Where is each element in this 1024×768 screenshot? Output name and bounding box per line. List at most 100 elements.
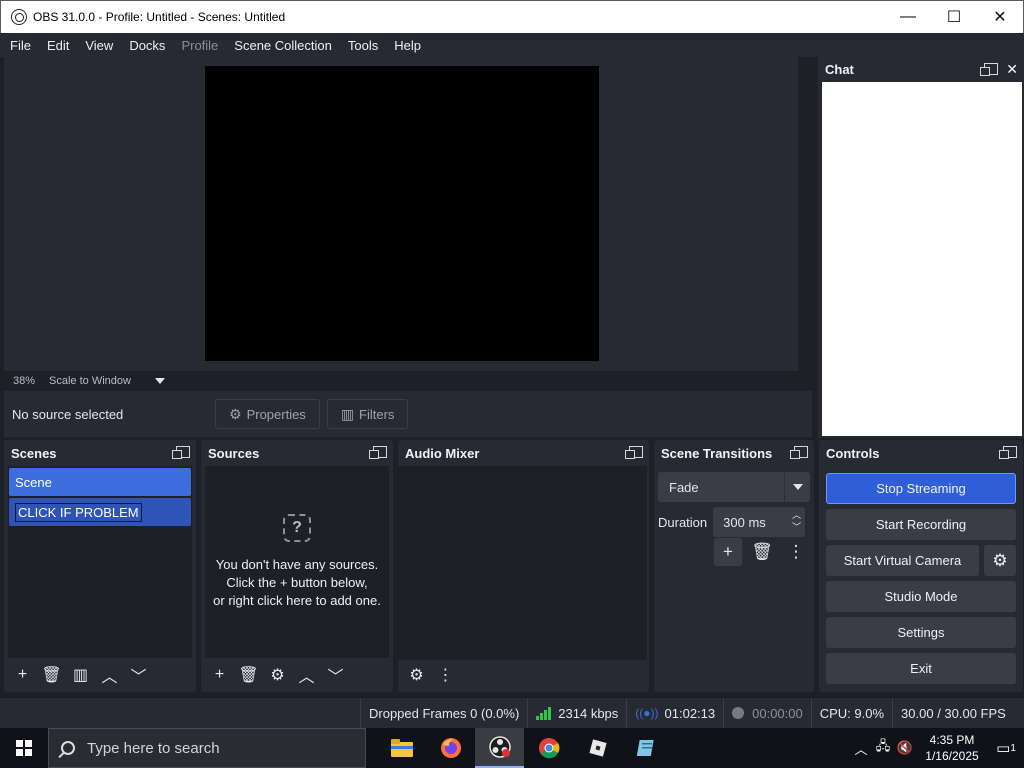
gear-icon: ⚙ [229, 405, 242, 422]
duration-spinbox[interactable]: 300 ms ︿ ﹀ [713, 507, 806, 537]
notepad-icon[interactable] [622, 728, 671, 768]
undock-icon[interactable] [980, 63, 999, 76]
minimize-button[interactable]: — [885, 1, 931, 33]
roblox-icon[interactable] [573, 728, 622, 768]
chevron-down-icon[interactable]: ﹀ [792, 521, 801, 533]
empty-sources-message: ? You don't have any sources. Click the … [205, 514, 389, 610]
menu-scene-collection[interactable]: Scene Collection [226, 38, 340, 53]
menu-file[interactable]: File [2, 38, 39, 53]
filters-button[interactable]: ▥ Filters [326, 399, 409, 429]
undock-icon[interactable] [790, 446, 808, 459]
exit-button[interactable]: Exit [826, 653, 1016, 684]
controls-dock-header: Controls [819, 440, 1023, 466]
scene-item[interactable]: Scene [9, 468, 191, 496]
chat-title: Chat [825, 62, 854, 77]
preview-scrollbar[interactable] [798, 57, 812, 371]
menu-docks[interactable]: Docks [121, 38, 173, 53]
more-options-icon[interactable]: ⋮ [431, 663, 460, 687]
close-icon[interactable]: ✕ [1006, 62, 1018, 76]
chevron-up-icon[interactable]: ︿ [792, 509, 801, 521]
properties-label: Properties [246, 406, 306, 422]
filters-label: Filters [359, 406, 395, 422]
scale-mode-select[interactable]: Scale to Window [49, 375, 131, 387]
obs-logo-icon [11, 9, 27, 25]
chat-dock: Chat ✕ [818, 57, 1024, 438]
maximize-button[interactable]: ☐ [931, 1, 977, 33]
record-dot-icon [732, 707, 745, 719]
chevron-up-icon[interactable]: ︿ [850, 739, 872, 758]
network-icon[interactable]: 🖧 [872, 737, 894, 759]
scenes-footer: + 🗑 ▥ ︿ ﹀ [8, 662, 153, 688]
sources-title: Sources [208, 445, 260, 461]
stop-streaming-button[interactable]: Stop Streaming [826, 473, 1016, 504]
scenes-list: Scene CLICK IF PROBLEM [8, 466, 192, 658]
notification-icon[interactable]: ▭ 1 [988, 739, 1024, 757]
chevron-up-icon[interactable]: ︿ [95, 663, 124, 687]
chat-panel[interactable] [822, 82, 1022, 436]
chevron-down-icon[interactable] [784, 472, 810, 502]
add-transition-button[interactable]: + [714, 538, 742, 566]
signal-bars-icon [536, 706, 552, 720]
windows-taskbar: Type here to search ︿ 🖧 🔇 4:35 PM 1/16/2… [0, 728, 1024, 768]
clock-date: 1/16/2025 [925, 749, 979, 763]
volume-muted-icon[interactable]: 🔇 [894, 740, 916, 756]
chevron-down-icon[interactable]: ﹀ [124, 663, 153, 687]
start-virtual-camera-button[interactable]: Start Virtual Camera [826, 545, 979, 576]
sources-list[interactable]: ? You don't have any sources. Click the … [205, 466, 389, 658]
cpu-status: CPU: 9.0% [810, 698, 892, 728]
scenes-dock: Scenes Scene CLICK IF PROBLEM + 🗑 ▥ ︿ ﹀ [4, 440, 196, 692]
record-time-status: 00:00:00 [723, 698, 811, 728]
firefox-icon[interactable] [426, 728, 475, 768]
chevron-down-icon[interactable] [154, 378, 165, 384]
scene-item[interactable]: CLICK IF PROBLEM [9, 498, 191, 526]
start-button[interactable] [0, 728, 48, 768]
settings-button[interactable]: Settings [826, 617, 1016, 648]
window-title: OBS 31.0.0 - Profile: Untitled - Scenes:… [33, 10, 286, 24]
audio-mixer-panel[interactable] [398, 466, 647, 660]
preview-canvas[interactable] [205, 66, 599, 361]
add-scene-button[interactable]: + [8, 663, 37, 687]
close-button[interactable]: ✕ [977, 1, 1023, 33]
taskbar-clock[interactable]: 4:35 PM 1/16/2025 [916, 732, 988, 764]
advanced-audio-gear-icon[interactable]: ⚙ [402, 663, 431, 687]
more-options-icon[interactable]: ⋮ [782, 538, 810, 566]
preview-area[interactable] [4, 57, 798, 371]
empty-line-1: You don't have any sources. [215, 557, 379, 572]
undock-icon[interactable] [999, 446, 1017, 459]
menu-help[interactable]: Help [386, 38, 429, 53]
gear-icon[interactable]: ⚙ [263, 663, 292, 687]
transition-select[interactable]: Fade [658, 472, 810, 502]
menu-tools[interactable]: Tools [340, 38, 386, 53]
obs-studio-icon[interactable] [475, 728, 524, 768]
taskbar-search[interactable]: Type here to search [48, 728, 366, 768]
menu-view[interactable]: View [77, 38, 121, 53]
trash-icon[interactable]: 🗑 [234, 663, 263, 687]
start-recording-button[interactable]: Start Recording [826, 509, 1016, 540]
duration-value: 300 ms [723, 514, 766, 530]
search-icon [61, 741, 75, 755]
sources-dock: Sources ? You don't have any sources. Cl… [201, 440, 393, 692]
menu-edit[interactable]: Edit [39, 38, 77, 53]
trash-icon[interactable]: 🗑 [748, 538, 776, 566]
chat-dock-header: Chat ✕ [818, 57, 1024, 82]
scenes-dock-header: Scenes [4, 440, 196, 466]
undock-icon[interactable] [625, 446, 643, 459]
bitrate-value: 2314 kbps [558, 705, 619, 721]
sources-footer: + 🗑 ⚙ ︿ ﹀ [205, 662, 350, 688]
trash-icon[interactable]: 🗑 [37, 663, 66, 687]
filter-icon[interactable]: ▥ [66, 663, 95, 687]
chevron-up-icon[interactable]: ︿ [292, 663, 321, 687]
dropped-frames-label: Dropped Frames 0 (0.0%) [369, 705, 520, 721]
add-source-button[interactable]: + [205, 663, 234, 687]
gear-icon[interactable]: ⚙ [984, 545, 1016, 576]
chrome-icon[interactable] [524, 728, 573, 768]
undock-icon[interactable] [369, 446, 387, 459]
undock-icon[interactable] [172, 446, 190, 459]
studio-mode-button[interactable]: Studio Mode [826, 581, 1016, 612]
chevron-down-icon[interactable]: ﹀ [321, 663, 350, 687]
menu-profile[interactable]: Profile [173, 38, 226, 53]
properties-button[interactable]: ⚙ Properties [215, 399, 320, 429]
controls-title: Controls [826, 445, 880, 461]
file-explorer-icon[interactable] [377, 728, 426, 768]
duration-label: Duration [658, 514, 708, 530]
